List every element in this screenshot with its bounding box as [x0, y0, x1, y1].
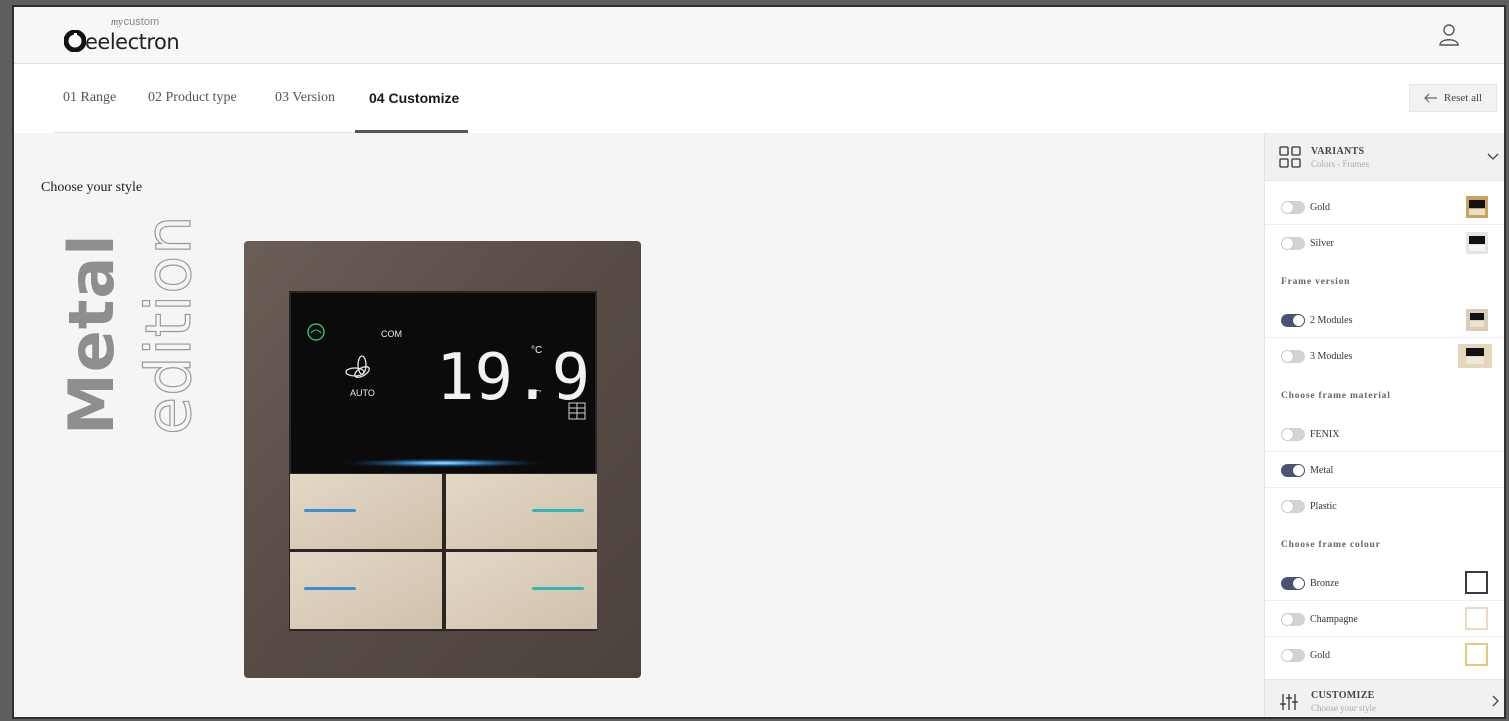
option-label: 2 Modules — [1310, 315, 1353, 326]
options-panel: VARIANTS Colors - Frames Gold Silver Fra… — [1264, 133, 1504, 717]
preview-area: Choose your style Metal edition COM AUTO… — [14, 133, 1264, 717]
step-version-tab[interactable]: 03 Version — [275, 90, 335, 106]
option-metal[interactable]: Metal — [1265, 453, 1504, 488]
device-fan-auto: AUTO — [350, 388, 375, 398]
frame-material-label: Choose frame material — [1281, 391, 1391, 401]
option-gold-finish[interactable]: Gold — [1265, 190, 1504, 225]
frame-version-label: Frame version — [1281, 277, 1351, 287]
variants-title: VARIANTS — [1311, 146, 1365, 157]
toggle-switch[interactable] — [1281, 314, 1305, 327]
thermostat-device-image: COM AUTO 19.9 °C T' — [244, 241, 641, 678]
logo-mark-icon — [64, 30, 86, 52]
option-bronze[interactable]: Bronze — [1265, 566, 1504, 601]
logo-wordmark: eelectron — [85, 30, 180, 54]
toggle-switch[interactable] — [1281, 500, 1305, 513]
option-label: Gold — [1310, 202, 1330, 213]
option-label: Gold — [1310, 650, 1330, 661]
option-plastic[interactable]: Plastic — [1265, 489, 1504, 524]
step-navigation: 01 Range 02 Product type 03 Version 04 C… — [14, 64, 1504, 133]
option-label: 3 Modules — [1310, 351, 1353, 362]
step-customize-tab[interactable]: 04 Customize — [369, 90, 459, 106]
top-header: mycustom eelectron — [14, 7, 1504, 64]
toggle-switch[interactable] — [1281, 350, 1305, 363]
toggle-switch[interactable] — [1281, 577, 1305, 590]
toggle-switch[interactable] — [1281, 201, 1305, 214]
option-silver-finish[interactable]: Silver — [1265, 226, 1504, 261]
option-label: Champagne — [1310, 614, 1358, 625]
metal-edition-bold-text: Metal — [55, 233, 128, 435]
toggle-switch[interactable] — [1281, 649, 1305, 662]
step-product-type-tab[interactable]: 02 Product type — [148, 90, 237, 106]
device-temp-marker: T' — [533, 389, 541, 400]
option-gold-colour[interactable]: Gold — [1265, 638, 1504, 673]
option-label: Plastic — [1310, 501, 1337, 512]
bronze-swatch — [1465, 571, 1488, 594]
gold-swatch — [1465, 643, 1488, 666]
two-modules-thumbnail — [1466, 309, 1488, 331]
champagne-swatch — [1465, 607, 1488, 630]
frame-colour-label: Choose frame colour — [1281, 540, 1381, 550]
metal-edition-outline-text: edition — [131, 214, 205, 436]
customize-title: CUSTOMIZE — [1311, 690, 1375, 701]
chevron-right-icon[interactable] — [1488, 694, 1502, 708]
silver-thumbnail — [1466, 232, 1488, 254]
option-fenix[interactable]: FENIX — [1265, 417, 1504, 452]
toggle-switch[interactable] — [1281, 237, 1305, 250]
reset-all-label: Reset all — [1443, 92, 1483, 104]
option-3-modules[interactable]: 3 Modules — [1265, 339, 1504, 374]
option-label: Metal — [1310, 465, 1334, 476]
variants-subtitle: Colors - Frames — [1311, 159, 1369, 169]
step-range-tab[interactable]: 01 Range — [63, 90, 116, 106]
option-2-modules[interactable]: 2 Modules — [1265, 303, 1504, 338]
three-modules-thumbnail — [1458, 344, 1492, 368]
option-label: Bronze — [1310, 578, 1339, 589]
window-frame: mycustom eelectron 01 Range 02 Product t… — [0, 0, 1509, 721]
option-label: FENIX — [1310, 429, 1340, 440]
logo-tagline: mycustom — [111, 16, 160, 28]
reset-all-button[interactable]: Reset all — [1409, 84, 1497, 112]
brand-logo[interactable]: mycustom eelectron — [64, 16, 204, 56]
customize-footer[interactable]: CUSTOMIZE Choose your style — [1265, 679, 1504, 717]
gold-thumbnail — [1466, 196, 1488, 218]
device-temperature: 19.9 — [436, 341, 590, 415]
option-label: Silver — [1310, 238, 1334, 249]
app-window: mycustom eelectron 01 Range 02 Product t… — [12, 5, 1506, 719]
variants-header[interactable]: VARIANTS Colors - Frames — [1265, 133, 1504, 181]
toggle-switch[interactable] — [1281, 464, 1305, 477]
option-champagne[interactable]: Champagne — [1265, 602, 1504, 637]
grid-icon — [1279, 146, 1301, 168]
device-mode-com: COM — [381, 329, 402, 339]
customize-subtitle: Choose your style — [1311, 703, 1376, 713]
device-unit: °C — [531, 345, 542, 356]
toggle-switch[interactable] — [1281, 428, 1305, 441]
user-account-icon[interactable] — [1438, 23, 1460, 47]
toggle-switch[interactable] — [1281, 613, 1305, 626]
sliders-icon — [1280, 694, 1298, 710]
chevron-down-icon[interactable] — [1486, 149, 1500, 163]
choose-style-title: Choose your style — [41, 180, 143, 195]
back-arrow-icon — [1424, 93, 1437, 103]
